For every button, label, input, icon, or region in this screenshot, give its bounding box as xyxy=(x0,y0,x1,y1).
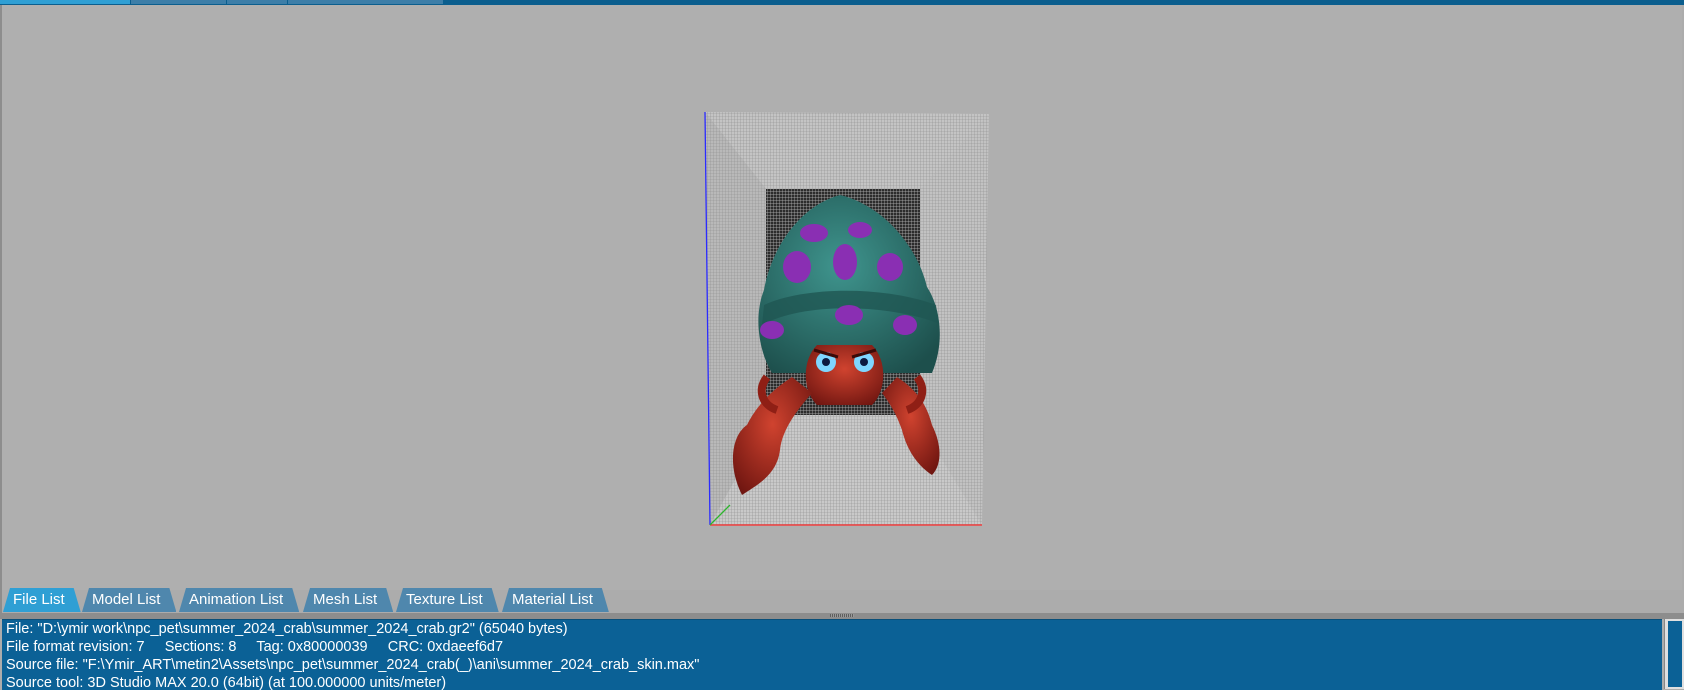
top-strip-segment[interactable] xyxy=(288,0,443,4)
tab-material-list[interactable]: Material List xyxy=(502,588,609,612)
tab-file-list[interactable]: File List xyxy=(3,588,81,612)
info-format-line: File format revision: 7 Sections: 8 Tag:… xyxy=(6,639,504,655)
file-info-panel: File: "D:\ymir work\npc_pet\summer_2024_… xyxy=(2,619,1662,690)
tab-mesh-list[interactable]: Mesh List xyxy=(303,588,393,612)
top-strip-segment[interactable] xyxy=(131,0,226,4)
scrollbar-track[interactable] xyxy=(1668,621,1682,687)
tab-texture-list[interactable]: Texture List xyxy=(396,588,499,612)
scene-render xyxy=(704,111,989,526)
top-strip-segment[interactable] xyxy=(227,0,287,4)
info-source-tool-line: Source tool: 3D Studio MAX 20.0 (64bit) … xyxy=(6,675,447,690)
info-scrollbar[interactable] xyxy=(1664,619,1684,689)
info-file-line: File: "D:\ymir work\npc_pet\summer_2024_… xyxy=(6,621,568,637)
tab-model-list[interactable]: Model List xyxy=(82,588,176,612)
info-source-file-line: Source file: "F:\Ymir_ART\metin2\Assets\… xyxy=(6,657,700,673)
top-strip-segment[interactable] xyxy=(0,0,130,4)
list-tab-bar: File List Model List Animation List Mesh… xyxy=(0,588,1684,614)
3d-viewport[interactable] xyxy=(2,5,1682,590)
grip-icon[interactable] xyxy=(830,614,854,617)
tab-animation-list[interactable]: Animation List xyxy=(179,588,299,612)
